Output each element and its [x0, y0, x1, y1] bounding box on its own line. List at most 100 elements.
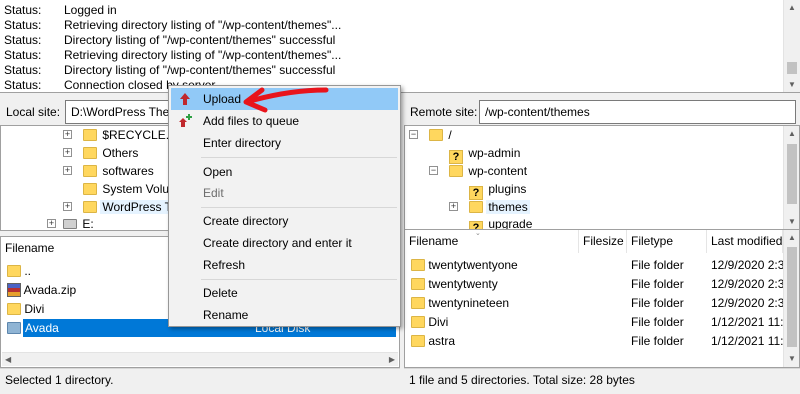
folder-icon [411, 259, 425, 271]
log-label: Status: [4, 33, 42, 47]
folder-icon [411, 316, 425, 328]
log-message: Directory listing of "/wp-content/themes… [64, 33, 336, 47]
message-log: Status: Logged in Status: Retrieving direc… [0, 0, 800, 93]
log-label: Status: [4, 18, 42, 32]
expand-icon[interactable]: + [63, 166, 72, 175]
scroll-down-icon[interactable]: ▼ [784, 214, 799, 230]
file-modified: 12/9/2020 2:30:00 PM [711, 258, 783, 272]
remote-file-list: Filename Filesize Filetype Last modified… [404, 229, 800, 368]
local-site-label: Local site: [6, 105, 61, 119]
remote-site-bar: Remote site: /wp-content/themes [404, 100, 800, 124]
local-site-path-input[interactable]: D:\WordPress Themes\ [65, 100, 185, 124]
file-type: File folder [631, 277, 684, 291]
file-type: File folder [631, 258, 684, 272]
menu-item-edit[interactable]: Edit [171, 182, 398, 204]
tree-item[interactable]: + E: [47, 215, 96, 230]
menu-item-delete[interactable]: Delete [171, 282, 398, 304]
tree-item-label: softwares [102, 164, 154, 178]
winrar-archive-icon [7, 283, 21, 297]
file-modified: 12/9/2020 2:30:00 PM [711, 296, 783, 310]
file-modified: 12/9/2020 2:30:00 PM [711, 277, 783, 291]
file-row[interactable]: twentynineteen File folder 12/9/2020 2:30:… [405, 294, 783, 312]
scroll-down-icon[interactable]: ▼ [784, 351, 799, 367]
menu-item-label: Rename [203, 308, 249, 322]
folder-icon [83, 147, 97, 159]
scroll-left-icon[interactable]: ◀ [5, 353, 11, 367]
log-line: Status: Retrieving directory listing of "… [4, 48, 341, 63]
tree-item[interactable]: ? wp-admin [429, 144, 522, 164]
collapse-icon[interactable]: − [429, 166, 438, 175]
tree-item[interactable]: + Others [63, 144, 140, 162]
menu-item-label: Enter directory [203, 136, 282, 150]
log-message: Directory listing of "/wp-content/themes… [64, 63, 336, 77]
expand-icon[interactable]: + [47, 219, 56, 228]
file-name: Divi [428, 315, 449, 329]
file-row[interactable]: twentytwentyone File folder 12/9/2020 2:30… [405, 256, 783, 274]
log-message: Retrieving directory listing of "/wp-con… [64, 18, 342, 32]
column-header-last-modified[interactable]: Last modified [707, 230, 783, 253]
scroll-up-icon[interactable]: ▲ [784, 0, 800, 16]
file-row[interactable]: twentytwenty File folder 12/9/2020 2:30:00… [405, 275, 783, 293]
tree-item[interactable]: − wp-content [429, 162, 529, 180]
file-row[interactable]: astra File folder 1/12/2021 11:00:00 AM [405, 332, 783, 350]
tree-item-label: themes [486, 200, 530, 214]
scroll-down-icon[interactable]: ▼ [784, 77, 800, 92]
menu-item-create-directory[interactable]: Create directory [171, 210, 398, 232]
folder-icon [411, 335, 425, 347]
expand-icon[interactable]: + [63, 148, 72, 157]
menu-item-enter-directory[interactable]: Enter directory [171, 132, 398, 154]
log-message: Retrieving directory listing of "/wp-con… [64, 48, 342, 62]
remote-status-bar: 1 file and 5 directories. Total size: 28… [404, 368, 800, 390]
tree-item[interactable]: + themes [449, 198, 530, 216]
tree-item-label: plugins [488, 182, 527, 196]
file-name: Divi [24, 302, 45, 316]
tree-scrollbar[interactable]: ▲ ▼ [783, 126, 799, 230]
column-header-filetype[interactable]: Filetype [627, 230, 707, 253]
tree-item-label: Others [102, 146, 139, 160]
menu-item-refresh[interactable]: Refresh [171, 254, 398, 276]
file-name: Avada [25, 321, 59, 335]
menu-separator [201, 279, 397, 280]
sort-indicator-icon: ⌄ [475, 230, 481, 237]
tree-item[interactable]: − / [409, 126, 454, 144]
collapse-icon[interactable]: − [409, 130, 418, 139]
folder-icon [411, 297, 425, 309]
scroll-thumb[interactable] [787, 144, 797, 204]
add-queue-icon [179, 114, 192, 127]
scroll-right-icon[interactable]: ▶ [389, 353, 395, 367]
menu-item-create-directory-enter[interactable]: Create directory and enter it [171, 232, 398, 254]
menu-item-open[interactable]: Open [171, 161, 398, 183]
log-line: Status: Directory listing of "/wp-content… [4, 33, 335, 48]
remote-directory-tree: − / ? wp-admin − wp-content ? plugins + … [404, 125, 800, 231]
expand-icon[interactable]: + [63, 130, 72, 139]
file-type: File folder [631, 296, 684, 310]
log-scrollbar[interactable]: ▲ ▼ [783, 0, 800, 92]
folder-icon [411, 278, 425, 290]
column-header-filesize[interactable]: Filesize [579, 230, 627, 253]
scroll-up-icon[interactable]: ▲ [784, 230, 799, 246]
column-header-filename[interactable]: Filename [405, 230, 579, 253]
folder-icon [7, 322, 21, 334]
log-line: Status: Retrieving directory listing of "… [4, 18, 341, 33]
drive-icon [63, 219, 77, 229]
menu-item-label: Create directory [203, 214, 289, 228]
menu-item-rename[interactable]: Rename [171, 304, 398, 326]
scroll-thumb[interactable] [787, 247, 797, 347]
expand-icon[interactable]: + [449, 202, 458, 211]
file-row[interactable]: Divi File folder 1/12/2021 11:00:00 AM [405, 313, 783, 331]
folder-icon [7, 303, 21, 315]
expand-icon[interactable]: + [63, 202, 72, 211]
scroll-thumb[interactable] [787, 62, 797, 74]
scroll-up-icon[interactable]: ▲ [784, 126, 799, 142]
local-hscrollbar[interactable]: ◀ ▶ [2, 352, 398, 366]
tree-item-label: wp-content [468, 164, 528, 178]
remote-site-path-input[interactable]: /wp-content/themes [479, 100, 796, 124]
tree-item[interactable]: + softwares [63, 162, 156, 180]
file-list-scrollbar[interactable]: ▲ ▼ [783, 230, 799, 367]
folder-icon [469, 201, 483, 213]
file-modified: 1/12/2021 11:00:00 AM [711, 334, 783, 348]
file-name: .. [24, 264, 32, 278]
log-line: Status: Logged in [4, 3, 117, 18]
annotation-arrow-icon [243, 87, 329, 113]
tree-item[interactable]: ? plugins [449, 180, 528, 200]
